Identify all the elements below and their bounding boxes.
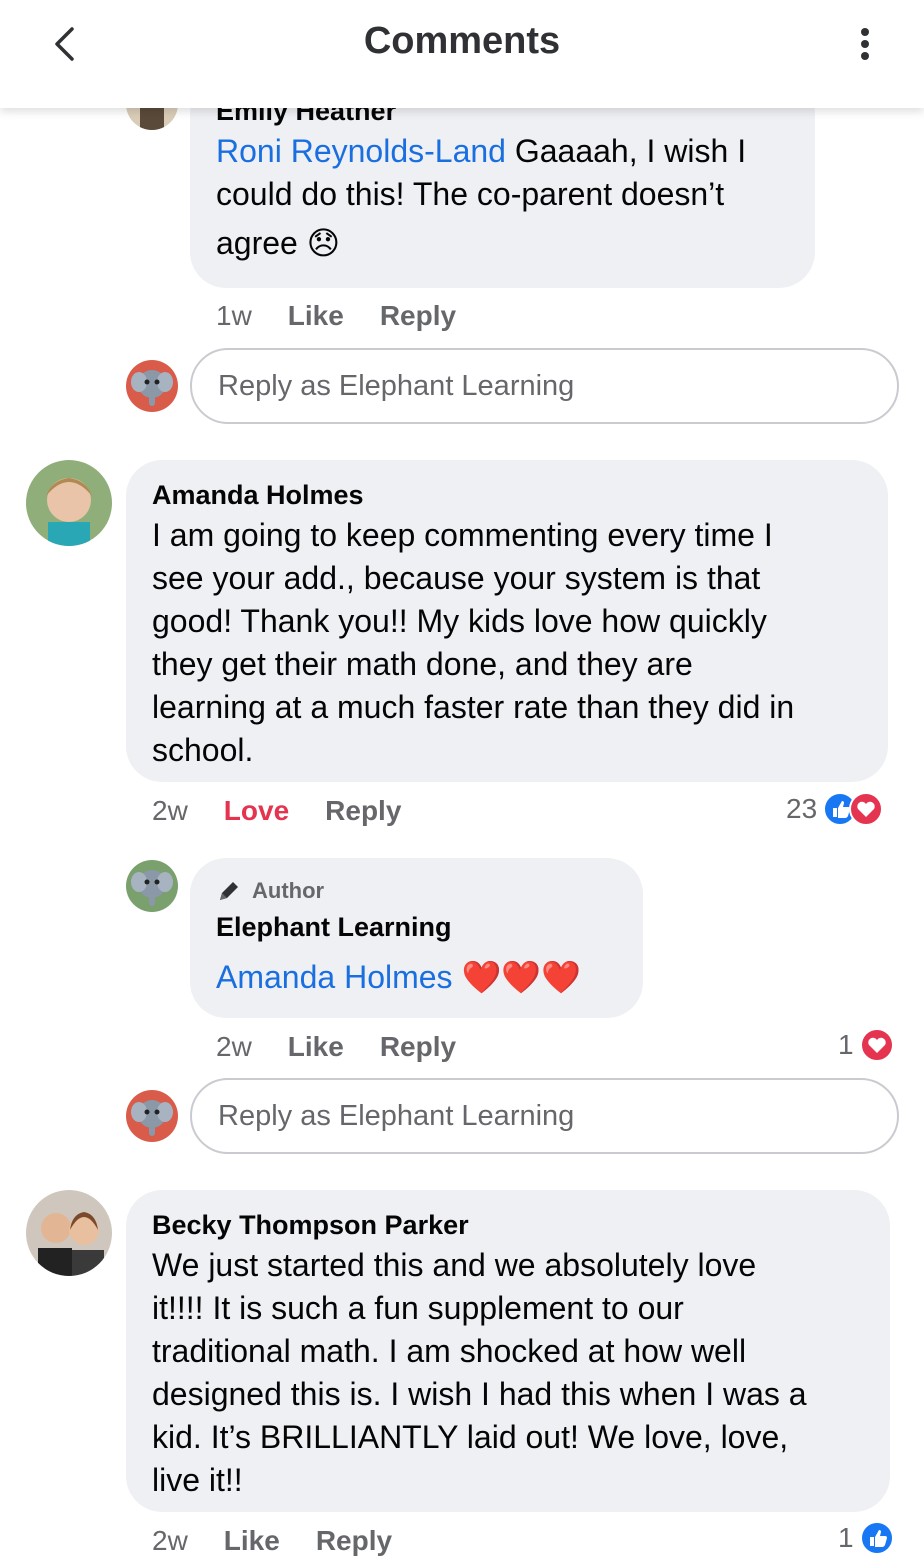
like-button[interactable]: Like [224,1525,280,1557]
commenter-name[interactable]: Amanda Holmes [152,480,364,511]
page-title: Comments [363,20,561,62]
reply-button[interactable]: Reply [380,1031,456,1063]
avatar-elephant-learning [126,360,178,412]
comment-bubble: Becky Thompson Parker We just started th… [126,1190,890,1512]
comment-text: Roni Reynolds-Land Gaaaah, I wish I coul… [216,133,747,261]
avatar-elephant-learning[interactable] [126,860,178,912]
like-button[interactable]: Like [288,300,344,332]
timestamp[interactable]: 2w [152,1525,188,1557]
timestamp[interactable]: 2w [152,795,188,827]
comment-text: We just started this and we absolutely l… [152,1247,807,1498]
sad-emoji-icon: 😞 [306,225,341,261]
top-bar: Comments [0,0,924,108]
comment-text: Amanda Holmes ❤️❤️❤️ [216,956,636,999]
reaction-count: 23 [786,793,818,824]
heart-emoji-icon: ❤️❤️❤️ [461,959,581,995]
reply-button[interactable]: Reply [325,795,401,827]
commenter-name[interactable]: Becky Thompson Parker [152,1210,469,1241]
comment-bubble: Emily Heather Roni Reynolds-Land Gaaaah,… [190,78,815,288]
timestamp[interactable]: 1w [216,300,252,332]
reply-input[interactable]: Reply as Elephant Learning [190,1078,899,1154]
commenter-name[interactable]: Elephant Learning [216,912,452,943]
comment-bubble: Amanda Holmes I am going to keep comment… [126,460,888,782]
comment-actions: 2w Like Reply [152,1525,428,1557]
reply-button[interactable]: Reply [316,1525,392,1557]
comment-bubble: Author Elephant Learning Amanda Holmes ❤… [190,858,643,1018]
reaction-summary[interactable]: 1 [838,1521,894,1555]
love-button[interactable]: Love [224,795,289,827]
reaction-count: 1 [838,1522,854,1553]
comment-text: I am going to keep commenting every time… [152,517,795,768]
timestamp[interactable]: 2w [216,1031,252,1063]
comment-actions: 1w Like Reply [216,300,492,332]
love-reaction-icon [859,1028,894,1062]
reply-input[interactable]: Reply as Elephant Learning [190,348,899,424]
more-vertical-icon [861,28,869,60]
like-reaction-icon [859,1521,894,1555]
author-badge: Author [216,878,324,904]
love-reaction-icon [849,792,884,826]
reaction-summary[interactable]: 23 [786,792,884,826]
mention-link[interactable]: Roni Reynolds-Land [216,133,506,169]
mention-link[interactable]: Amanda Holmes [216,959,453,995]
avatar-elephant-learning [126,1090,178,1142]
avatar-amanda[interactable] [26,460,112,546]
avatar-becky[interactable] [26,1190,112,1276]
comment-actions: 2w Like Reply [216,1031,492,1063]
reaction-count: 1 [838,1029,854,1060]
like-button[interactable]: Like [288,1031,344,1063]
comment-actions: 2w Love Reply [152,795,437,827]
pencil-icon [220,882,238,900]
reply-button[interactable]: Reply [380,300,456,332]
reaction-summary[interactable]: 1 [838,1028,894,1062]
more-options-button[interactable] [850,24,880,64]
